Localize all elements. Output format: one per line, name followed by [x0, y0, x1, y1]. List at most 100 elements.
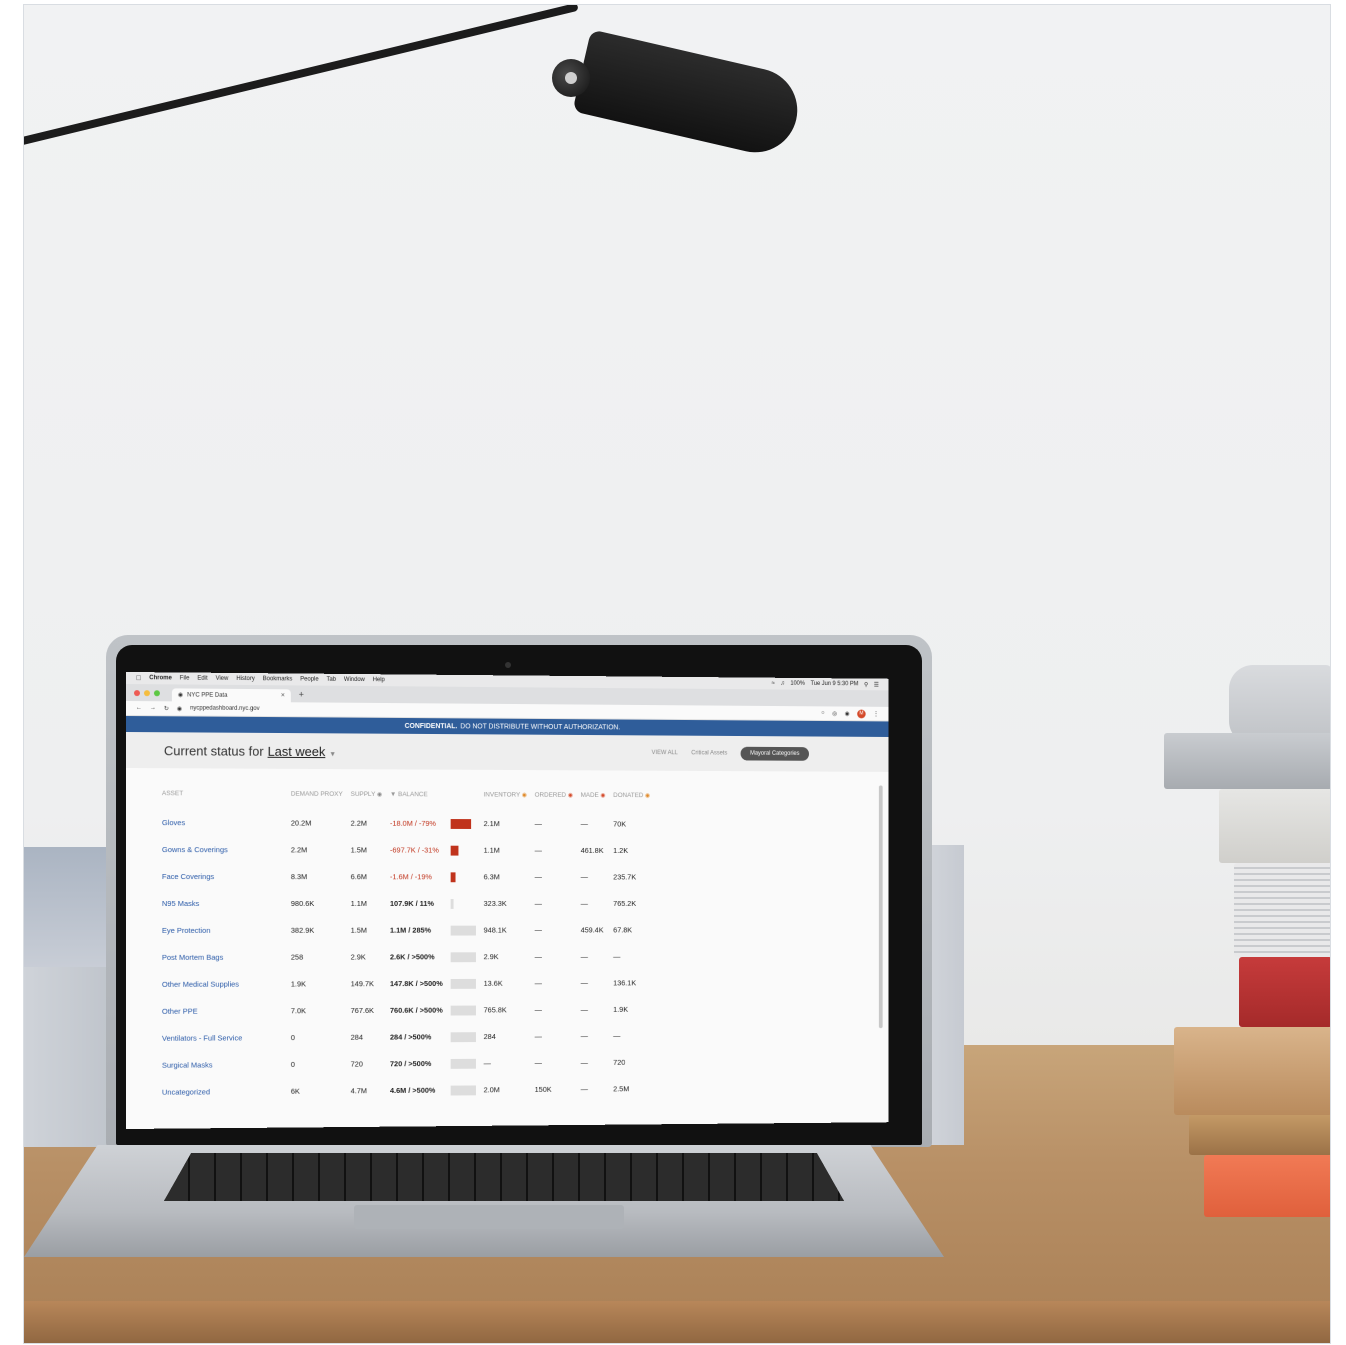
- header-inventory[interactable]: INVENTORY ◉: [482, 792, 533, 811]
- close-window-button[interactable]: [133, 689, 140, 696]
- asset-cell[interactable]: Surgical Masks: [160, 1051, 289, 1079]
- header-balance[interactable]: ▼ BALANCE: [388, 791, 482, 810]
- table-row[interactable]: Post Mortem Bags 258 2.9K 2.6K / >500% 2.9K —…: [160, 943, 656, 971]
- desk-edge: [24, 1301, 1330, 1343]
- extension-icon[interactable]: ◉: [845, 710, 850, 717]
- menu-item[interactable]: People: [300, 677, 318, 683]
- table-row[interactable]: Uncategorized 6K 4.7M 4.6M / >500% 2.0M 150K —…: [160, 1075, 656, 1105]
- header-ordered[interactable]: ORDERED ◉: [533, 792, 579, 811]
- menu-item[interactable]: Window: [344, 677, 365, 683]
- asset-cell[interactable]: Ventilators - Full Service: [160, 1024, 289, 1052]
- inventory-cell: 13.6K: [483, 978, 503, 988]
- supply-cell: 2.9K: [350, 952, 366, 962]
- close-tab-icon[interactable]: ×: [281, 692, 285, 699]
- table-row[interactable]: N95 Masks 980.6K 1.1M 107.9K / 11% 323.3K — — 7…: [160, 890, 656, 917]
- search-icon[interactable]: ⚲: [864, 681, 868, 688]
- table-row[interactable]: Eye Protection 382.9K 1.5M 1.1M / 285% 948.1…: [160, 917, 656, 944]
- info-icon[interactable]: ◉: [600, 793, 605, 799]
- asset-cell[interactable]: Face Coverings: [160, 863, 289, 890]
- info-icon[interactable]: ◉: [522, 793, 527, 799]
- table-row[interactable]: Face Coverings 8.3M 6.6M -1.6M / -19% 6.3M — —…: [160, 863, 656, 890]
- browser-tab[interactable]: ◉ NYC PPE Data ×: [171, 688, 291, 703]
- profile-avatar[interactable]: M: [857, 709, 866, 718]
- table-row[interactable]: Other PPE 7.0K 767.6K 760.6K / >500% 765.8K —…: [160, 996, 656, 1025]
- critical-assets-button[interactable]: Critical Assets: [691, 750, 727, 756]
- menu-item[interactable]: Help: [373, 677, 385, 683]
- lamp-joint: [552, 59, 590, 97]
- forward-icon[interactable]: →: [150, 705, 156, 711]
- table-row[interactable]: Gloves 20.2M 2.2M -18.0M / -79% 2.1M — — 70K: [160, 809, 656, 837]
- extension-icon[interactable]: ◎: [832, 710, 837, 717]
- new-tab-button[interactable]: +: [299, 689, 304, 699]
- scrollbar[interactable]: [878, 785, 883, 1029]
- asset-cell[interactable]: N95 Masks: [160, 890, 289, 917]
- ordered-cell: —: [534, 925, 542, 935]
- menu-item[interactable]: Bookmarks: [263, 676, 293, 682]
- asset-cell[interactable]: Uncategorized: [160, 1078, 289, 1106]
- info-icon[interactable]: ◉: [645, 793, 650, 799]
- table-row[interactable]: Gowns & Coverings 2.2M 1.5M -697.7K / -31% 1…: [160, 836, 656, 864]
- demand-cell: 7.0K: [290, 1006, 307, 1016]
- donated-cell: 1.2K: [613, 846, 629, 855]
- asset-cell[interactable]: Post Mortem Bags: [160, 944, 289, 971]
- inventory-cell: 284: [483, 1032, 496, 1042]
- view-all-button[interactable]: VIEW ALL: [652, 750, 678, 756]
- mayoral-categories-button[interactable]: Mayoral Categories: [740, 746, 809, 761]
- extension-icon[interactable]: ○: [821, 710, 824, 716]
- ordered-cell: —: [534, 1031, 542, 1041]
- balance-bar: [450, 1031, 476, 1042]
- menu-list-icon[interactable]: ☰: [874, 681, 879, 688]
- maximize-window-button[interactable]: [153, 689, 160, 696]
- folder: [1189, 1115, 1330, 1155]
- menu-item[interactable]: History: [236, 676, 254, 682]
- header-asset[interactable]: ASSET: [160, 790, 289, 809]
- table-row[interactable]: Other Medical Supplies 1.9K 149.7K 147.8K /…: [160, 970, 656, 998]
- demand-cell: 2.2M: [290, 845, 308, 855]
- donated-cell: 765.2K: [613, 899, 637, 908]
- chevron-down-icon[interactable]: ▼: [329, 751, 336, 758]
- balance-bar-cell: [449, 917, 482, 944]
- wifi-icon[interactable]: ≈: [772, 680, 775, 687]
- minimize-window-button[interactable]: [143, 689, 150, 696]
- balance-bar-cell: [449, 1077, 482, 1104]
- header-demand[interactable]: DEMAND PROXY: [289, 791, 349, 810]
- made-cell: 459.4K: [580, 925, 604, 935]
- period-dropdown[interactable]: Last week: [268, 743, 326, 758]
- table-row[interactable]: Ventilators - Full Service 0 284 284 / >500…: [160, 1022, 656, 1051]
- donated-cell: 67.8K: [613, 925, 633, 935]
- reload-icon[interactable]: ↻: [164, 705, 169, 712]
- battery-level[interactable]: 100%: [790, 680, 805, 687]
- header-made[interactable]: MADE ◉: [579, 792, 612, 811]
- apple-icon[interactable]: : [136, 675, 141, 682]
- asset-cell[interactable]: Other PPE: [160, 997, 289, 1024]
- more-menu-icon[interactable]: ⋮: [873, 710, 879, 717]
- header-donated[interactable]: DONATED ◉: [611, 792, 656, 811]
- demand-cell: 382.9K: [290, 925, 315, 935]
- balance-bar: [450, 925, 476, 936]
- menu-item[interactable]: View: [216, 676, 229, 682]
- info-icon[interactable]: ◉: [377, 792, 382, 798]
- menu-item[interactable]: Tab: [327, 677, 337, 683]
- info-icon[interactable]: ◉: [568, 793, 573, 799]
- asset-cell[interactable]: Other Medical Supplies: [160, 971, 289, 998]
- header-supply[interactable]: SUPPLY ◉: [349, 791, 388, 810]
- status-bar: Current status for Last week ▼ VIEW ALL …: [126, 732, 889, 772]
- inventory-cell: 765.8K: [483, 1005, 507, 1015]
- url-field[interactable]: nycppedashboard.nyc.gov: [190, 705, 259, 711]
- supply-cell: 1.5M: [350, 845, 367, 855]
- asset-cell[interactable]: Gloves: [160, 809, 289, 836]
- balance-cell: 4.6M / >500%: [389, 1085, 436, 1095]
- volume-icon[interactable]: ♫: [780, 680, 784, 687]
- clock[interactable]: Tue Jun 9 5:30 PM: [811, 681, 859, 688]
- asset-cell[interactable]: Gowns & Coverings: [160, 836, 289, 863]
- asset-cell[interactable]: Eye Protection: [160, 917, 289, 944]
- menu-app[interactable]: Chrome: [149, 675, 172, 681]
- inventory-cell: 2.0M: [483, 1085, 500, 1095]
- table-row[interactable]: Surgical Masks 0 720 720 / >500% — — — 720: [160, 1049, 656, 1079]
- menu-item[interactable]: Edit: [197, 676, 207, 682]
- camera: [505, 662, 511, 668]
- menu-item[interactable]: File: [180, 675, 190, 681]
- demand-cell: 20.2M: [290, 818, 312, 828]
- back-icon[interactable]: ←: [136, 705, 142, 711]
- balance-cell: 2.6K / >500%: [389, 952, 435, 962]
